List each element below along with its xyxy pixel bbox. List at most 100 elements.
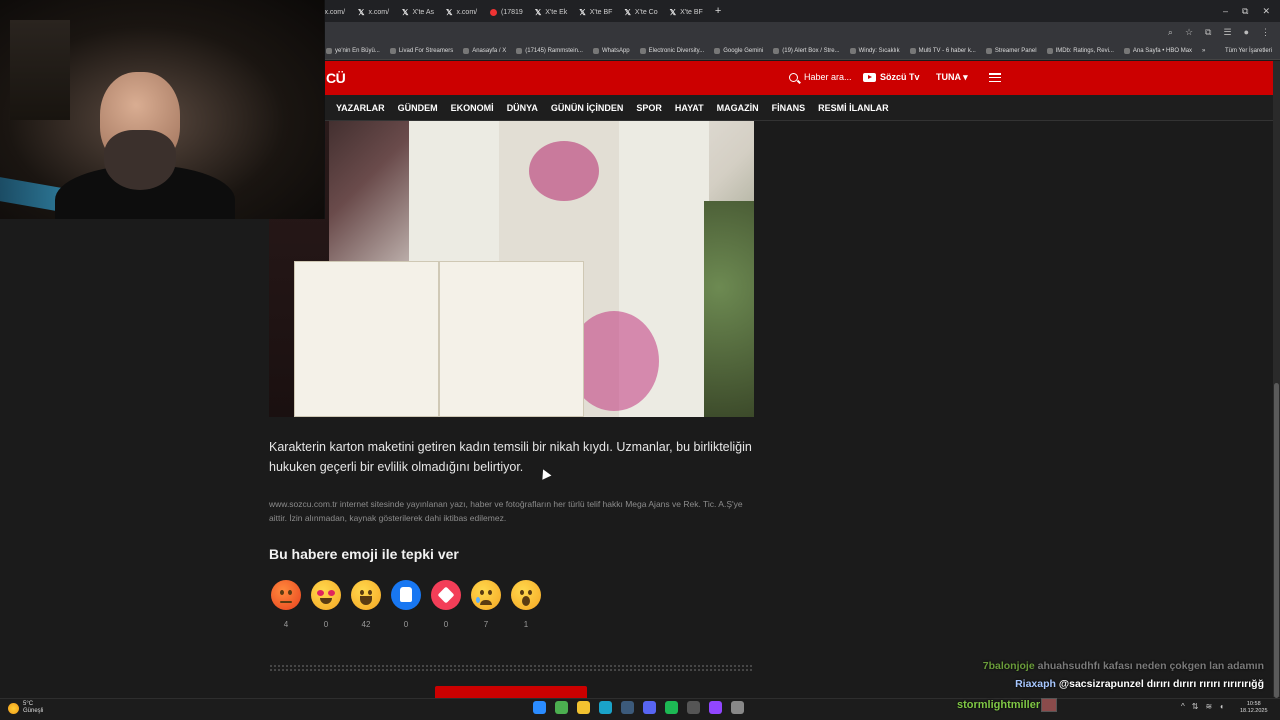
more-menu-icon[interactable]: ⋮ [1261,27,1270,38]
bookmark-item[interactable]: Ana Sayfa • HBO Max [1123,47,1193,54]
nav-item[interactable]: GÜNÜN İÇİNDEN [551,103,624,113]
steam-icon[interactable] [621,701,634,714]
x-logo-icon: 𝕏 [624,8,631,17]
maximize-button[interactable]: ⧉ [1242,6,1248,17]
x-logo-icon: 𝕏 [446,8,453,17]
chat-text: @sacsizrapunzel dırırı dırırı rırırı rır… [1058,678,1264,690]
close-button[interactable]: ✕ [1262,6,1270,17]
nav-item[interactable]: RESMİ İLANLAR [818,103,889,113]
browser-tab[interactable]: 𝕏x.com/ [352,4,396,22]
zoom-icon[interactable]: ⌕ [1168,27,1173,38]
photo-caption: Karakterin karton maketini getiren kadın… [269,440,752,474]
scrollbar-thumb[interactable] [1274,383,1279,698]
browser-tab[interactable]: 𝕏 X'te As [396,4,440,22]
browser-tab[interactable]: 𝕏 X'te Co [618,4,663,22]
chrome-icon[interactable] [555,701,568,714]
bookmark-item[interactable]: WhatsApp [592,47,630,54]
new-tab-button[interactable]: + [715,5,721,17]
youtube-icon [490,9,498,16]
site-logo[interactable]: CÜ [326,70,346,86]
bookmark-item[interactable]: IMDb: Ratings, Revi... [1046,47,1114,54]
streamer-webcam [0,0,325,219]
taskbar-clock[interactable]: 10:58 18.12.2025 [1240,701,1268,715]
bookmark-item[interactable]: ye'nin En Büyü... [326,47,380,54]
user-menu[interactable]: TUNA ▾ [936,72,968,83]
volume-icon[interactable]: ◖ [1219,702,1224,711]
bookmark-item[interactable]: (17145) Rammstein... [516,47,583,54]
tab-search-icon[interactable]: ☰ [1223,27,1231,38]
tab-title: x.com/ [324,9,346,16]
extensions-icon[interactable]: ⧉ [1205,27,1211,38]
bookmark-item[interactable]: Windy: Sıcaklık [849,47,900,54]
tray-overflow-icon[interactable]: ^ [1181,702,1185,711]
sun-icon [8,702,19,714]
chat-avatar [1041,698,1057,712]
bookmark-item[interactable]: Multi TV - 6 haber k... [909,47,976,54]
chat-username: stormlightmiller [957,699,1041,711]
tab-title: X'te BF [589,9,613,16]
minimize-button[interactable]: – [1223,6,1228,17]
bookmark-item[interactable]: Anasayfa / X [463,47,506,54]
reaction-heart[interactable]: 0 [431,580,461,629]
x-logo-icon: 𝕏 [534,8,542,17]
tab-title: X'te Co [634,9,658,16]
weather-widget[interactable]: 5°C Güneşli [8,701,43,715]
bookmark-label: Ana Sayfa • HBO Max [1132,47,1193,54]
header-search[interactable]: Haber ara... [789,72,852,82]
reaction-like[interactable]: 0 [391,580,421,629]
bookmark-favicon-icon [463,47,470,54]
taskbar-apps [533,701,744,714]
discord-icon[interactable] [643,701,656,714]
reaction-sad[interactable]: 7 [471,580,501,629]
browser-tab[interactable]: 𝕏x.com/ [440,4,484,22]
bookmark-item[interactable]: Electronic Diversity... [639,47,705,54]
bookmark-label: Electronic Diversity... [648,47,705,54]
reaction-laugh[interactable]: 42 [351,580,381,629]
browser-tab[interactable]: (17819 [484,4,529,22]
nav-item[interactable]: DÜNYA [507,103,538,113]
browser-tab[interactable]: 𝕏 X'te BF [664,4,709,22]
gunun-manseti-banner[interactable] [435,686,587,698]
nav-item[interactable]: HAYAT [675,103,704,113]
network-icon[interactable]: ⇅ [1192,702,1199,711]
wifi-icon[interactable]: ≋ [1205,702,1212,711]
spotify-icon[interactable] [665,701,678,714]
x-logo-icon: 𝕏 [358,8,365,17]
browser-tab[interactable]: 𝕏 X'te Ek [529,4,573,22]
reaction-love[interactable]: 0 [311,580,341,629]
bookmark-item[interactable]: Livad For Streamers [389,47,453,54]
bookmark-item[interactable]: Streamer Panel [985,47,1037,54]
bookmark-favicon-icon [639,47,646,54]
nav-item[interactable]: FİNANS [772,103,806,113]
file-explorer-icon[interactable] [577,701,590,714]
tab-title: (17819 [501,9,523,16]
laugh-emoji-icon [351,580,381,610]
all-bookmarks-folder[interactable]: Tüm Yer İşaretleri [1225,48,1280,54]
hamburger-menu-icon[interactable] [989,73,1001,82]
reaction-bar: 4 0 42 0 0 7 1 [271,580,541,629]
chat-text: ahuahsudhfı kafası neden çokgen lan adam… [1037,660,1264,672]
profile-icon[interactable]: ● [1244,27,1249,37]
bookmark-favicon-icon [909,47,916,54]
bookmark-favicon-icon [773,47,780,54]
reaction-count: 42 [361,620,371,629]
nav-item[interactable]: SPOR [636,103,662,113]
windows-start-icon[interactable] [533,701,546,714]
settings-icon[interactable] [731,701,744,714]
nav-item[interactable]: YAZARLAR [336,103,385,113]
twitch-icon[interactable] [709,701,722,714]
nav-item[interactable]: GÜNDEM [398,103,438,113]
reaction-wow[interactable]: 1 [511,580,541,629]
edge-icon[interactable] [599,701,612,714]
bookmark-star-icon[interactable]: ☆ [1185,27,1193,38]
nav-item[interactable]: MAGAZİN [717,103,759,113]
reaction-angry[interactable]: 4 [271,580,301,629]
bookmark-item[interactable]: Google Gemini [714,47,763,54]
search-icon [789,72,798,82]
bookmarks-overflow-button[interactable]: » [1202,48,1205,54]
obs-icon[interactable] [687,701,700,714]
sozcu-tv-link[interactable]: Sözcü Tv [863,72,920,82]
nav-item[interactable]: EKONOMİ [451,103,494,113]
browser-tab[interactable]: 𝕏 X'te BF [573,4,618,22]
bookmark-item[interactable]: (19) Alert Box / Stre... [773,47,840,54]
